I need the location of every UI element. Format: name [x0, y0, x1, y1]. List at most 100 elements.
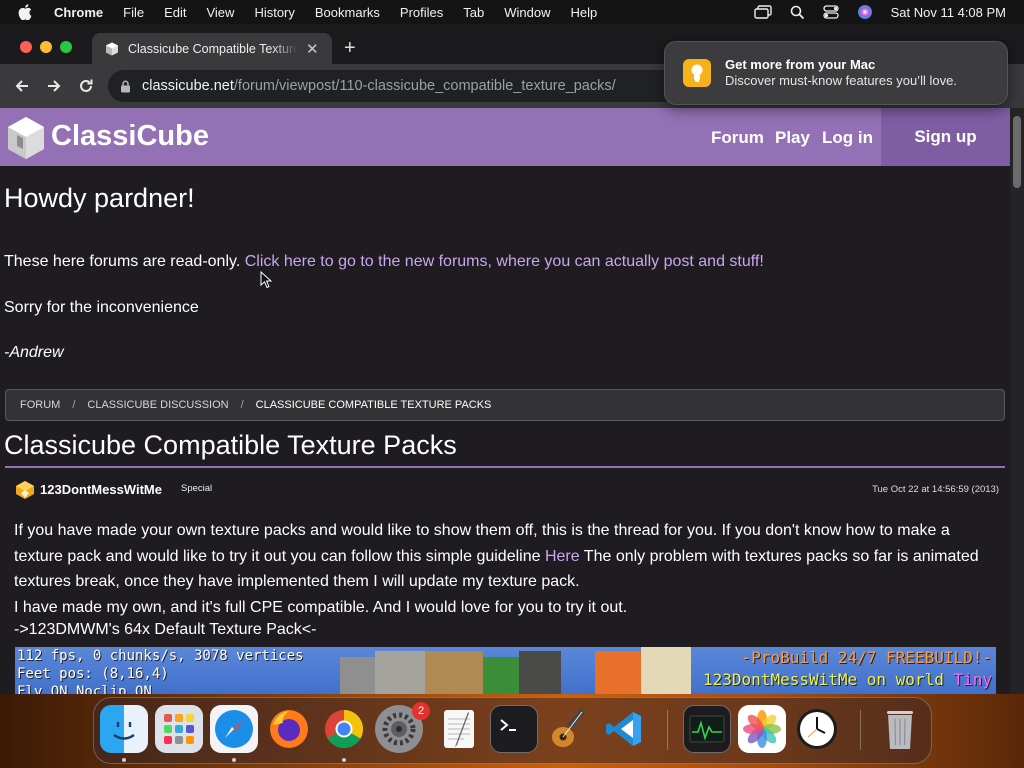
menu-bookmarks[interactable]: Bookmarks [315, 5, 380, 20]
post-header: 123DontMessWitMe Special Tue Oct 22 at 1… [14, 478, 999, 502]
new-forums-link[interactable]: Click here to go to the new forums, wher… [245, 253, 764, 270]
safari-running-dot [232, 758, 236, 762]
dock: 2 [93, 697, 932, 764]
lava-block [595, 651, 645, 694]
menu-help[interactable]: Help [571, 5, 598, 20]
signup-button[interactable]: Sign up [881, 108, 1010, 166]
breadcrumb-forum[interactable]: FORUM [20, 399, 60, 411]
launchpad-icon[interactable] [155, 705, 203, 753]
clock-icon[interactable] [793, 705, 841, 753]
nav-play[interactable]: Play [775, 128, 810, 148]
spotlight-search-icon[interactable] [790, 5, 805, 20]
game-hud: 112 fps, 0 chunks/s, 3078 vertices Feet … [17, 647, 304, 694]
hud-position: Feet pos: (8,16,4) [17, 666, 169, 682]
menu-view[interactable]: View [206, 5, 234, 20]
notification-banner[interactable]: Get more from your Mac Discover must-kno… [664, 41, 1008, 105]
page-scrollbar[interactable] [1010, 108, 1024, 694]
screen-mirroring-icon[interactable] [753, 5, 772, 19]
breadcrumb-classicube-discussion[interactable]: CLASSICUBE DISCUSSION [87, 399, 228, 411]
post-timestamp: Tue Oct 22 at 14:56:59 (2013) [872, 484, 999, 495]
menu-clock[interactable]: Sat Nov 11 4:08 PM [891, 5, 1006, 20]
ore-block [519, 651, 561, 694]
server-world-name: Tiny [953, 670, 992, 689]
mouse-cursor-icon [260, 271, 272, 289]
server-world-player: 123DontMessWitMe on world [703, 670, 954, 689]
siri-icon[interactable] [857, 4, 873, 20]
tab-classicube[interactable]: Classicube Compatible Texture Packs ✕ [92, 33, 332, 64]
sorry-text: Sorry for the inconvenience [4, 299, 199, 316]
chrome-icon[interactable] [320, 705, 368, 753]
server-name: -ProBuild 24/7 FREEBUILD!- [741, 648, 992, 667]
menu-file[interactable]: File [123, 5, 144, 20]
user-avatar-icon[interactable] [14, 479, 36, 501]
address-bar[interactable]: classicube.net/forum/viewpost/110-classi… [108, 70, 748, 102]
close-tab-icon[interactable]: ✕ [306, 40, 319, 58]
new-tab-icon[interactable]: + [344, 37, 356, 60]
trash-icon[interactable] [876, 705, 924, 753]
notification-body: Discover must-know features you’ll love. [725, 73, 957, 88]
breadcrumb-current: CLASSICUBE COMPATIBLE TEXTURE PACKS [255, 399, 492, 411]
zoom-window-button[interactable] [60, 41, 72, 53]
menu-app-name[interactable]: Chrome [54, 5, 103, 20]
breadcrumb-separator: / [72, 399, 76, 411]
url-host: classicube.net [142, 78, 234, 94]
menu-bar: Chrome File Edit View History Bookmarks … [0, 0, 1024, 24]
vscode-icon[interactable] [600, 705, 648, 753]
apple-icon[interactable] [18, 0, 38, 24]
site-name[interactable]: ClassiCube [51, 120, 209, 153]
post-body: If you have made your own texture packs … [14, 518, 999, 620]
url-text: classicube.net/forum/viewpost/110-classi… [142, 78, 616, 94]
texture-pack-link[interactable]: ->123DMWM's 64x Default Texture Pack<- [14, 621, 316, 639]
finder-icon[interactable] [100, 705, 148, 753]
texture-pack-screenshot[interactable]: 112 fps, 0 chunks/s, 3078 vertices Feet … [15, 647, 996, 694]
hud-fps: 112 fps, 0 chunks/s, 3078 vertices [17, 648, 304, 664]
chrome-running-dot [342, 758, 346, 762]
hud-flags: Fly ON Noclip ON [17, 684, 152, 694]
post-text-3: I have made my own, and it's full CPE co… [14, 598, 628, 616]
nav-login[interactable]: Log in [822, 128, 873, 148]
sapling-block [483, 657, 519, 694]
garageband-icon[interactable] [545, 705, 593, 753]
breadcrumb: FORUM / CLASSICUBE DISCUSSION / CLASSICU… [5, 389, 1005, 421]
activity-monitor-icon[interactable] [683, 705, 731, 753]
back-arrow-icon[interactable] [12, 76, 32, 96]
read-only-text: These here forums are read-only. [4, 253, 241, 270]
forward-arrow-icon[interactable] [44, 76, 64, 96]
author-rank: Special [181, 483, 213, 494]
terminal-icon[interactable] [490, 705, 538, 753]
tips-lightbulb-icon [683, 59, 711, 87]
textedit-icon[interactable] [435, 705, 483, 753]
guideline-link[interactable]: Here [545, 548, 580, 565]
reload-icon[interactable] [76, 76, 96, 96]
breadcrumb-separator: / [240, 399, 244, 411]
classicube-logo-icon[interactable] [6, 116, 46, 160]
lock-icon[interactable] [120, 79, 132, 93]
menu-window[interactable]: Window [504, 5, 550, 20]
dock-separator [860, 710, 861, 750]
menu-profiles[interactable]: Profiles [400, 5, 443, 20]
post-author[interactable]: 123DontMessWitMe [40, 482, 162, 497]
notice-heading: Howdy pardner! [4, 183, 195, 213]
dock-separator [667, 710, 668, 750]
safari-icon[interactable] [210, 705, 258, 753]
nav-forum[interactable]: Forum [711, 128, 764, 148]
photos-icon[interactable] [738, 705, 786, 753]
planks-block [425, 651, 483, 694]
notification-title: Get more from your Mac [725, 57, 876, 72]
site-header: ClassiCube Forum Play Log in Sign up [0, 108, 1010, 166]
url-path: /forum/viewpost/110-classicube_compatibl… [233, 78, 616, 94]
control-center-icon[interactable] [822, 5, 839, 19]
tab-title: Classicube Compatible Texture Packs [128, 41, 298, 56]
menu-tab[interactable]: Tab [463, 5, 484, 20]
sand-block [641, 647, 691, 694]
menu-edit[interactable]: Edit [164, 5, 186, 20]
scrollbar-thumb[interactable] [1013, 116, 1021, 188]
read-only-notice: These here forums are read-only. Click h… [4, 253, 764, 271]
minimize-window-button[interactable] [40, 41, 52, 53]
close-window-button[interactable] [20, 41, 32, 53]
menu-history[interactable]: History [254, 5, 294, 20]
finder-running-dot [122, 758, 126, 762]
server-world-line: 123DontMessWitMe on world Tiny [703, 669, 992, 691]
firefox-icon[interactable] [265, 705, 313, 753]
notice-signature: -Andrew [4, 344, 64, 361]
